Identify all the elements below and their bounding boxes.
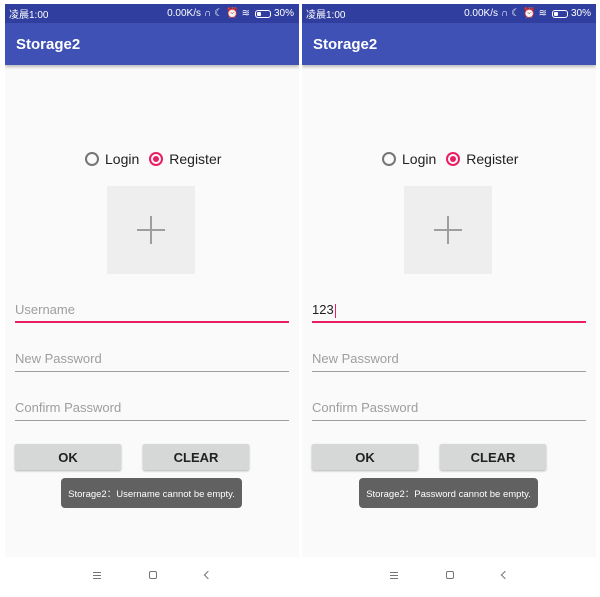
status-time: 凌晨1:00 [306,10,346,21]
image-picker[interactable] [404,186,492,274]
confirm-password-field[interactable]: Confirm Password [15,399,289,421]
new-password-placeholder: New Password [15,351,102,366]
confirm-password-placeholder: Confirm Password [15,400,122,415]
username-field[interactable]: 123 [312,301,586,323]
radio-register[interactable]: Register [446,151,518,167]
battery-icon [254,9,271,18]
mode-radio-group: Login Register [382,151,528,167]
app-title: Storage2 [16,35,81,53]
home-icon[interactable] [149,571,157,579]
radio-login-label: Login [402,151,437,167]
moon-icon: ☾ [511,7,521,19]
text-cursor [334,303,336,318]
navigation-bar [5,557,299,593]
status-indicators: 0.00K/s ∩ ☾ ⏰ ≋ 30% [167,8,294,19]
plus-icon [137,216,165,244]
status-time: 凌晨1:00 [9,10,49,21]
plus-icon [434,216,462,244]
radio-register[interactable]: Register [149,151,221,167]
mode-radio-group: Login Register [85,151,231,167]
radio-login-circle[interactable] [85,152,99,166]
app-bar: Storage2 [5,23,299,65]
ok-button[interactable]: OK [312,444,418,470]
new-password-field[interactable]: New Password [15,350,289,372]
clear-button[interactable]: CLEAR [440,444,546,470]
navigation-bar [302,557,596,593]
menu-icon[interactable] [390,571,398,579]
wifi-icon: ≋ [538,7,547,19]
radio-login[interactable]: Login [85,151,139,167]
radio-register-circle[interactable] [446,152,461,166]
app-bar: Storage2 [302,23,596,65]
battery-level: 30% [273,8,294,19]
confirm-password-field[interactable]: Confirm Password [312,399,586,421]
new-password-placeholder: New Password [312,351,399,366]
toast-message: Storage2：Password cannot be empty. [359,478,538,508]
app-title: Storage2 [313,35,378,53]
toast-message: Storage2：Username cannot be empty. [61,478,242,508]
new-password-field[interactable]: New Password [312,350,586,372]
username-placeholder: Username [15,302,75,317]
network-speed: 0.00K/s [167,8,201,19]
radio-login-label: Login [105,151,140,167]
back-icon[interactable] [500,570,510,580]
status-indicators: 0.00K/s ∩ ☾ ⏰ ≋ 30% [464,8,591,19]
radio-register-label: Register [466,151,519,167]
menu-icon[interactable] [93,571,101,579]
home-icon[interactable] [446,571,454,579]
phone-screen-left: 凌晨1:00 0.00K/s ∩ ☾ ⏰ ≋ 30% Storage2 Logi… [5,4,299,593]
clear-button[interactable]: CLEAR [143,444,249,470]
radio-login-circle[interactable] [382,152,396,166]
username-value: 123 [312,302,334,317]
radio-register-label: Register [169,151,222,167]
radio-login[interactable]: Login [382,151,436,167]
ok-button[interactable]: OK [15,444,121,470]
alarm-icon: ⏰ [523,7,536,19]
radio-register-circle[interactable] [149,152,164,166]
phone-screen-right: 凌晨1:00 0.00K/s ∩ ☾ ⏰ ≋ 30% Storage2 Logi… [302,4,596,593]
battery-icon [551,9,568,18]
alarm-icon: ⏰ [226,7,239,19]
image-picker[interactable] [107,186,195,274]
headphones-icon: ∩ [203,7,212,19]
status-bar: 凌晨1:00 0.00K/s ∩ ☾ ⏰ ≋ 30% [302,4,596,23]
network-speed: 0.00K/s [464,8,498,19]
moon-icon: ☾ [214,7,224,19]
back-icon[interactable] [203,570,213,580]
username-field[interactable]: Username [15,301,289,323]
headphones-icon: ∩ [500,7,509,19]
battery-level: 30% [570,8,591,19]
confirm-password-placeholder: Confirm Password [312,400,419,415]
status-bar: 凌晨1:00 0.00K/s ∩ ☾ ⏰ ≋ 30% [5,4,299,23]
wifi-icon: ≋ [241,7,250,19]
